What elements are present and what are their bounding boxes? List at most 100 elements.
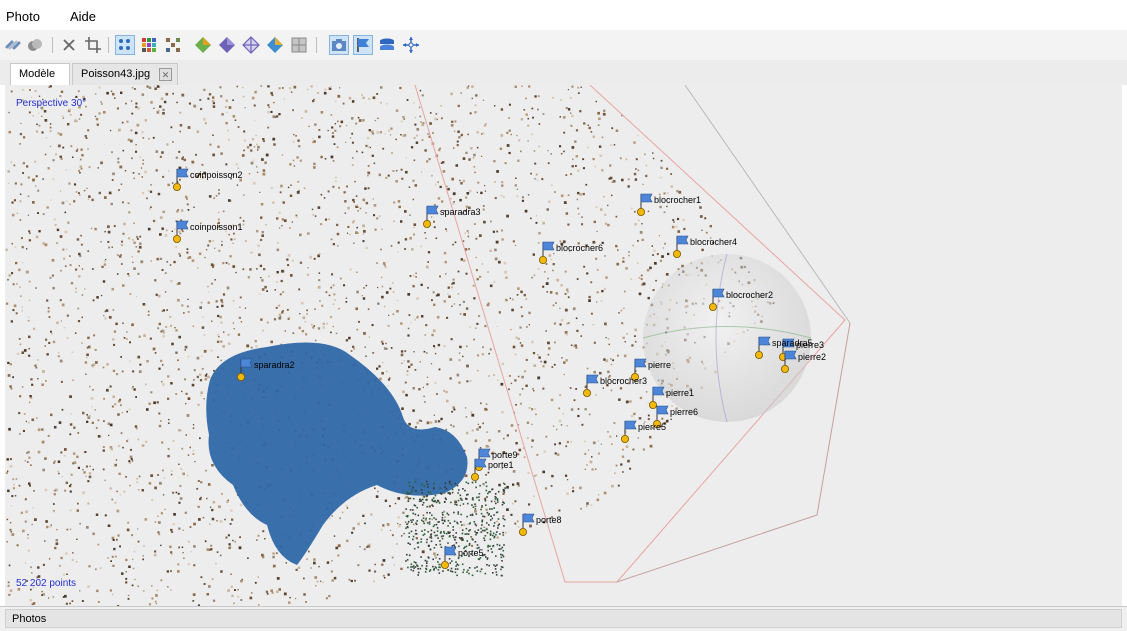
cloud-point <box>191 160 195 164</box>
close-icon[interactable]: ✕ <box>159 68 172 81</box>
cloud-point <box>414 116 417 119</box>
show-markers-icon[interactable] <box>353 35 373 55</box>
cloud-point <box>520 118 524 121</box>
marker-label[interactable]: blocrocher4 <box>690 237 737 247</box>
show-cameras-icon[interactable] <box>329 35 349 55</box>
mesh-shaded-icon[interactable] <box>194 36 212 54</box>
marker-label[interactable]: blocrocher1 <box>654 195 701 205</box>
link-icon[interactable] <box>4 36 22 54</box>
cloud-point <box>626 333 628 335</box>
marker-label[interactable]: blocrocher2 <box>726 290 773 300</box>
marker-label[interactable]: coinpoisson2 <box>190 170 243 180</box>
cloud-point <box>267 104 270 107</box>
cloud-point <box>454 571 457 574</box>
marker-label[interactable]: sparadra2 <box>254 360 295 370</box>
cloud-point <box>257 534 260 537</box>
cloud-point <box>230 238 233 241</box>
dense-points-icon[interactable] <box>115 35 135 55</box>
menu-aide[interactable]: Aide <box>70 9 96 24</box>
cloud-point <box>473 521 476 523</box>
cloud-point <box>259 191 261 193</box>
cloud-point <box>117 161 120 164</box>
cloud-point <box>106 363 109 366</box>
model-viewport[interactable]: Perspective 30° 52 202 points coinpoisso… <box>5 85 1122 606</box>
menu-photo[interactable]: Photo <box>6 9 40 24</box>
marker-label[interactable]: pierre6 <box>670 407 698 417</box>
tab-photo[interactable]: Poisson43.jpg ✕ <box>72 63 178 85</box>
marker-label[interactable]: pierre1 <box>666 388 694 398</box>
cloud-point <box>166 309 168 311</box>
cloud-point <box>202 316 204 318</box>
marker-label[interactable]: pierre5 <box>638 422 666 432</box>
marker-label[interactable]: pierre <box>648 360 671 370</box>
cloud-point <box>46 299 49 302</box>
cloud-point <box>651 245 653 247</box>
cloud-point <box>88 475 92 479</box>
cloud-point <box>417 574 419 576</box>
marker-label[interactable]: blocrocher6 <box>556 243 603 253</box>
cloud-point <box>164 291 167 293</box>
cloud-point <box>558 407 561 410</box>
cloud-point <box>266 592 269 595</box>
cloud-point <box>469 380 472 382</box>
cloud-point <box>158 258 161 261</box>
cloud-point <box>41 131 44 134</box>
mesh-wireframe-icon[interactable] <box>242 36 260 54</box>
cloud-point <box>94 115 97 118</box>
cloud-point <box>28 316 30 318</box>
cloud-point <box>191 383 195 387</box>
photos-panel[interactable]: Photos <box>0 606 1127 631</box>
cloud-point <box>137 238 139 240</box>
cloud-point <box>150 206 152 208</box>
cloud-point <box>76 455 79 458</box>
cloud-point <box>267 85 270 88</box>
cloud-point <box>455 532 457 534</box>
navigation-icon[interactable] <box>402 36 420 54</box>
show-region-icon[interactable] <box>378 36 396 54</box>
cloud-point <box>459 527 461 529</box>
cloud-point <box>425 568 428 571</box>
cloud-point <box>567 108 571 111</box>
tab-modele[interactable]: Modèle <box>10 63 70 86</box>
cloud-point <box>141 93 145 96</box>
marker-label[interactable]: porte9 <box>492 450 518 460</box>
cloud-point <box>148 482 152 485</box>
mesh-textured-icon[interactable] <box>266 36 284 54</box>
texture-points-icon[interactable] <box>164 36 182 54</box>
cloud-point <box>425 499 427 501</box>
color-points-icon[interactable] <box>140 36 158 54</box>
cloud-point <box>7 470 9 472</box>
cloud-point <box>160 420 162 422</box>
cloud-point <box>21 261 24 264</box>
close-icon[interactable] <box>60 36 78 54</box>
marker-label[interactable]: porte5 <box>458 548 484 558</box>
cloud-point <box>79 172 81 174</box>
cloud-point <box>193 104 197 108</box>
marker-label[interactable]: porte8 <box>536 515 562 525</box>
cloud-point <box>659 205 662 209</box>
tiled-model-icon[interactable] <box>290 36 308 54</box>
cloud-point <box>503 518 506 521</box>
cloud-point <box>451 305 453 307</box>
cloud-point <box>141 444 145 447</box>
cloud-point <box>500 229 503 232</box>
cloud-point <box>408 422 411 426</box>
align-icon[interactable] <box>26 36 44 54</box>
marker-label[interactable]: coinpoisson1 <box>190 222 243 232</box>
marker-label[interactable]: porte1 <box>488 460 514 470</box>
cloud-point <box>330 570 333 573</box>
marker-label[interactable]: pierre3 <box>796 340 824 350</box>
cloud-point <box>438 563 440 566</box>
cloud-point <box>187 311 190 313</box>
mesh-solid-icon[interactable] <box>218 36 236 54</box>
cloud-point <box>359 546 361 548</box>
marker-label[interactable]: blocrocher3 <box>600 376 647 386</box>
crop-icon[interactable] <box>84 36 102 54</box>
cloud-point <box>471 97 473 100</box>
cloud-point <box>27 214 29 216</box>
marker-label[interactable]: pierre2 <box>798 352 826 362</box>
cloud-point <box>50 330 52 333</box>
cloud-point <box>395 169 398 172</box>
marker-label[interactable]: sparadra3 <box>440 207 481 217</box>
cloud-point <box>362 198 366 202</box>
